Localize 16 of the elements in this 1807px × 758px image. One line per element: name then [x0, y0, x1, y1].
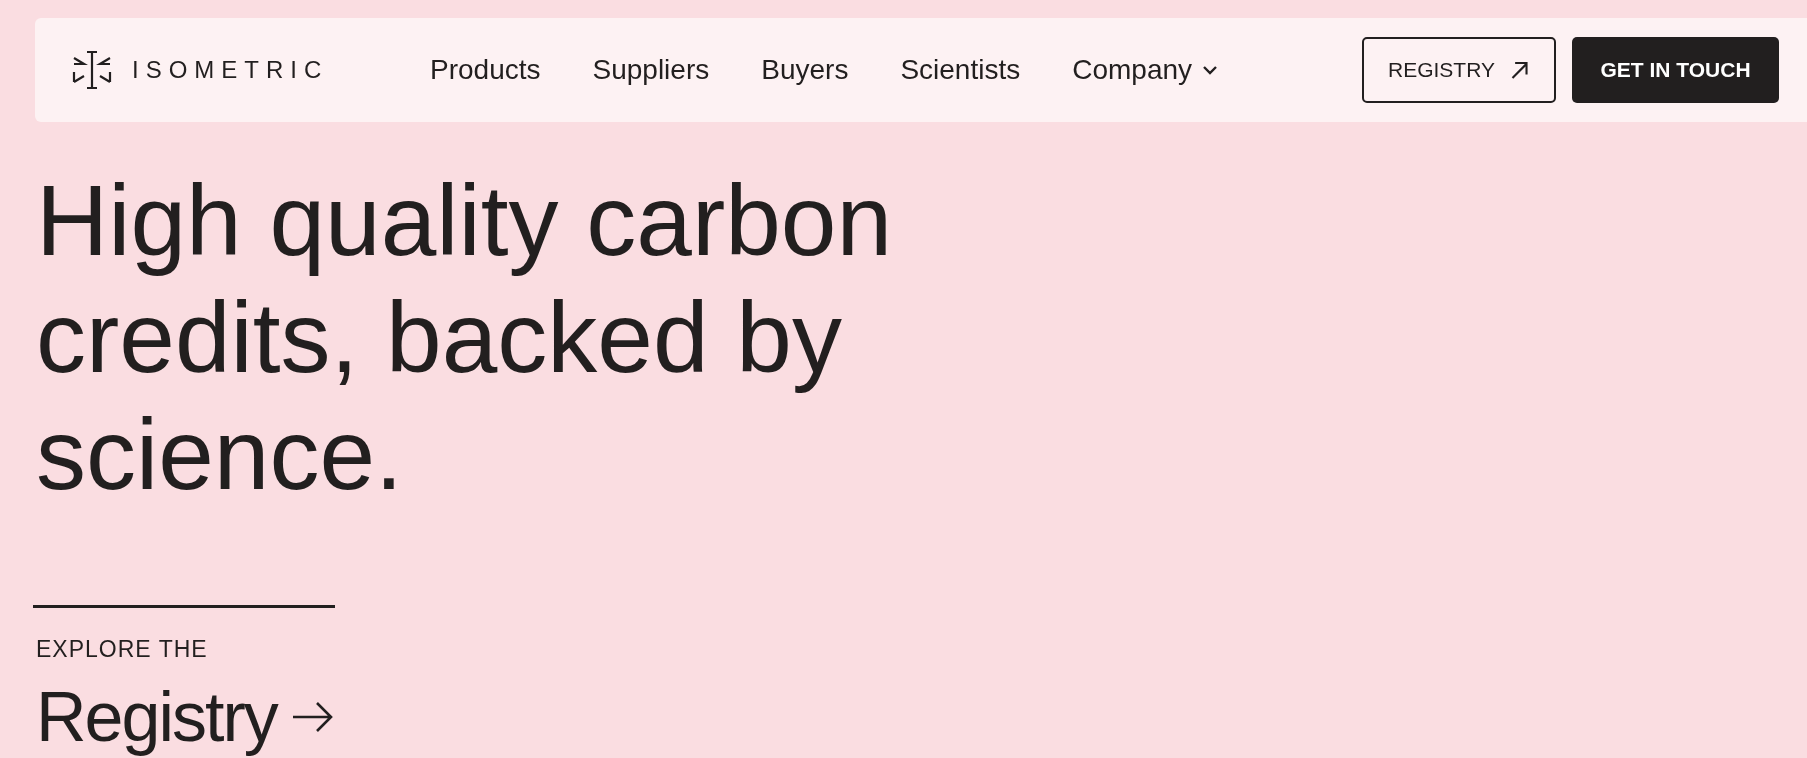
nav-link[interactable]: Suppliers	[592, 54, 710, 86]
nav-link[interactable]: Buyers	[761, 54, 849, 86]
headline-line: science.	[36, 397, 403, 512]
nav-link[interactable]: Company	[1072, 54, 1219, 86]
nav-link[interactable]: Products	[430, 54, 541, 86]
nav-link[interactable]: Scientists	[900, 54, 1021, 86]
registry-button[interactable]: REGISTRY	[1362, 37, 1556, 103]
chevron-down-icon	[1202, 65, 1219, 75]
logo-icon[interactable]	[72, 50, 112, 90]
contact-button[interactable]: GET IN TOUCH	[1572, 37, 1779, 103]
registry-link[interactable]: Registry	[36, 677, 335, 757]
headline-line: High quality carbon	[36, 163, 893, 278]
arrow-right-icon	[290, 700, 335, 734]
eyebrow-text: EXPLORE THE	[36, 636, 209, 663]
logo-wordmark[interactable]: ISOMETRIC	[132, 56, 329, 84]
headline-line: credits, backed by	[36, 280, 842, 395]
